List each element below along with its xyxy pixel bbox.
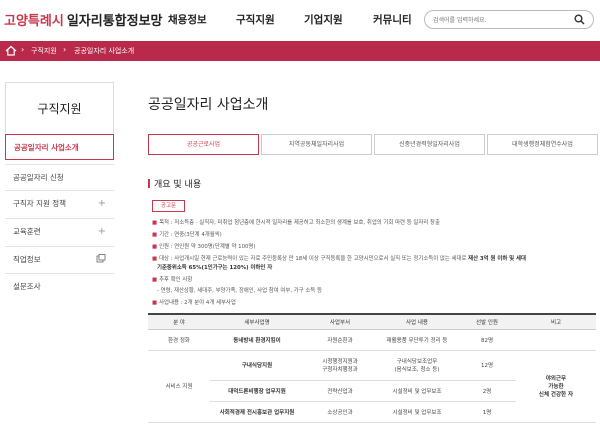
breadcrumb-item-2[interactable]: 공공일자리 사업소개 bbox=[74, 46, 134, 56]
table-cell: 자원순환과 bbox=[304, 329, 376, 351]
sidebar-title: 구직지원 bbox=[5, 82, 114, 134]
list-item: ■ 사업내용 : 2개 분야 4개 세부사업 bbox=[152, 300, 236, 306]
sidebar-item-label: 설문조사 bbox=[13, 282, 41, 291]
sidebar-item-jobseeker-policy[interactable]: 구직자 지원 정책 + bbox=[5, 190, 114, 216]
section-marker bbox=[148, 179, 150, 188]
section-title-text: 개요 및 내용 bbox=[154, 180, 202, 190]
list-item: ■ 대상 : 사업개시일 현재 근로능력이 있는 자로 주민등록상 만 18세 이… bbox=[152, 256, 526, 262]
notice-button[interactable]: 공고문 bbox=[152, 200, 185, 212]
section-title: 개요 및 내용 bbox=[148, 177, 201, 190]
sidebar-item-survey[interactable]: 설문조사 bbox=[5, 273, 114, 299]
table-header: 세부사업명 bbox=[210, 313, 304, 330]
table-cell: 대덕드론비행장 업무지원 bbox=[210, 380, 304, 402]
breadcrumb-item-1[interactable]: 구직지원 bbox=[31, 46, 57, 56]
table-header: 사업부서 bbox=[304, 313, 376, 330]
table-cell: 전략산업과 bbox=[304, 380, 376, 402]
chevron-right-icon: › bbox=[21, 45, 25, 54]
site-logo[interactable]: 고양특례시 일자리통합정보망 bbox=[4, 10, 163, 29]
table-header: 비고 bbox=[516, 313, 596, 330]
sidebar-item-label: 공공일자리 사업소개 bbox=[14, 143, 79, 152]
table-cell: 시설정비 및 업무보조 bbox=[376, 380, 458, 402]
breadcrumb: › 구직지원 › 공공일자리 사업소개 bbox=[0, 41, 600, 61]
table-cell: 사회적경제 전시홍보관 업무지원 bbox=[210, 401, 304, 423]
search-input[interactable] bbox=[433, 14, 563, 26]
table-cell bbox=[516, 329, 596, 351]
sidebar-item-label: 구직자 지원 정책 bbox=[13, 199, 67, 208]
nav-community[interactable]: 커뮤니티 bbox=[373, 12, 412, 27]
table-header: 분 야 bbox=[148, 313, 210, 330]
table-cell: 1명 bbox=[458, 401, 516, 423]
table-cell: 시설정비 및 업무보조 bbox=[376, 401, 458, 423]
table-cell: 구내식당보조업무 (음식보조, 청소 등) bbox=[376, 350, 458, 381]
list-item: 기준중위소득 65%(1인가구는 120%) 이하인 자 bbox=[157, 265, 273, 271]
sidebar-item-label: 직업정보 bbox=[13, 255, 41, 264]
table-row: 서비스 지원 구내식당지원 시청행정지원과 구청자치행정과 구내식당보조업무 (… bbox=[148, 350, 596, 423]
table-cell: 82명 bbox=[458, 329, 516, 351]
home-icon[interactable] bbox=[5, 45, 17, 56]
tab-community-jobs[interactable]: 지역공동체일자리사업 bbox=[261, 134, 372, 155]
sidebar-item-public-jobs-intro[interactable]: 공공일자리 사업소개 bbox=[5, 134, 114, 160]
external-link-icon[interactable] bbox=[96, 254, 106, 263]
nav-jobs[interactable]: 채용정보 bbox=[168, 12, 207, 27]
table-cell: 야외근무 가능한 신체 건강한 자 bbox=[516, 350, 596, 423]
plus-icon[interactable]: + bbox=[98, 219, 106, 244]
tab-bar: 공공근로사업 지역공동체일자리사업 신중년경력형일자리사업 대학생행정체험연수사… bbox=[148, 134, 598, 156]
table-cell: 구내식당지원 bbox=[210, 350, 304, 381]
list-item: ■ 추후 확인 사항 bbox=[152, 277, 193, 283]
site-header: 고양특례시 일자리통합정보망 채용정보 구직지원 기업지원 커뮤니티 bbox=[0, 0, 600, 41]
table-header: 사업 내용 bbox=[376, 313, 458, 330]
table-cell: 12명 bbox=[458, 350, 516, 381]
sidebar-item-training[interactable]: 교육훈련 + bbox=[5, 218, 114, 244]
plus-icon[interactable]: + bbox=[98, 191, 106, 216]
table-cell: 시청행정지원과 구청자치행정과 bbox=[304, 350, 376, 381]
tab-middle-age-jobs[interactable]: 신중년경력형일자리사업 bbox=[374, 134, 485, 155]
table-cell: 소상공인과 bbox=[304, 401, 376, 423]
logo-city: 고양특례시 bbox=[4, 14, 64, 29]
search-icon[interactable] bbox=[574, 14, 585, 25]
sidebar-item-label: 공공일자리 신청 bbox=[13, 173, 64, 182]
table-cell: 동네방네 환경지킴이 bbox=[210, 329, 304, 351]
search-box bbox=[424, 10, 594, 29]
table-cell: 서비스 지원 bbox=[148, 350, 210, 423]
table-header-row: 분 야 세부사업명 사업부서 사업 내용 선발 인원 비고 bbox=[148, 313, 596, 330]
list-item: ■ 기간 : 연중(3단계 4개월씩) bbox=[152, 232, 222, 238]
table-cell: 2명 bbox=[458, 380, 516, 402]
tab-student-admin[interactable]: 대학생행정체험연수사업 bbox=[487, 134, 598, 155]
sidebar-item-label: 교육훈련 bbox=[13, 227, 41, 236]
page-title: 공공일자리 사업소개 bbox=[148, 97, 269, 113]
logo-main: 일자리통합정보망 bbox=[66, 14, 163, 29]
chevron-right-icon: › bbox=[63, 45, 67, 54]
table-header: 선발 인원 bbox=[458, 313, 516, 330]
list-item: ■ 목적 : 저소득층 · 실직자, 미취업 청년층에 한시적 일자리를 제공하고… bbox=[152, 220, 440, 226]
table-cell: 재활용품 무단투기 정리 등 bbox=[376, 329, 458, 351]
nav-company-support[interactable]: 기업지원 bbox=[304, 12, 343, 27]
tab-public-works[interactable]: 공공근로사업 bbox=[148, 134, 259, 155]
table-cell: 환경 정화 bbox=[148, 329, 210, 351]
sidebar-item-public-jobs-apply[interactable]: 공공일자리 신청 bbox=[5, 164, 114, 190]
nav-job-support[interactable]: 구직지원 bbox=[236, 12, 275, 27]
list-item: - 연령, 재산상황, 세대주, 부양가족, 장애인, 사업 참여 여부, 가구… bbox=[157, 288, 322, 294]
sidebar-item-job-info[interactable]: 직업정보 bbox=[5, 246, 114, 272]
table-row: 환경 정화 동네방네 환경지킴이 자원순환과 재활용품 무단투기 정리 등 82… bbox=[148, 329, 596, 351]
list-item: ■ 인원 : 연인원 약 300명(단계별 약 100명) bbox=[152, 244, 256, 250]
program-table: 분 야 세부사업명 사업부서 사업 내용 선발 인원 비고 환경 정화 동네방네… bbox=[148, 313, 596, 423]
